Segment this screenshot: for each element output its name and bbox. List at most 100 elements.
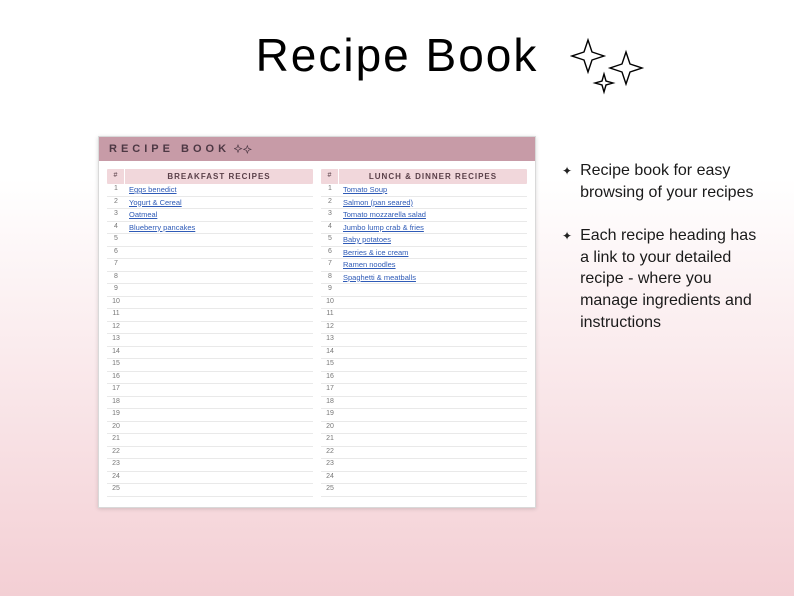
table-row: 8Spaghetti & meatballs xyxy=(321,272,527,285)
recipe-name-cell xyxy=(339,347,527,359)
recipe-name-cell xyxy=(125,297,313,309)
table-row: 15 xyxy=(107,359,313,372)
row-number: 2 xyxy=(321,197,339,209)
table-row: 4 Blueberry pancakes xyxy=(107,222,313,235)
row-number: 12 xyxy=(321,322,339,334)
recipe-name-cell xyxy=(125,447,313,459)
recipe-name-cell: Berries & ice cream xyxy=(339,247,527,259)
column-title: BREAKFAST RECIPES xyxy=(125,169,313,184)
table-row: 5 xyxy=(107,234,313,247)
table-row: 24 xyxy=(107,472,313,485)
recipe-name-cell xyxy=(125,259,313,271)
table-row: 7 xyxy=(107,259,313,272)
recipe-name-cell: Baby potatoes xyxy=(339,234,527,246)
table-row: 6 xyxy=(107,247,313,260)
recipe-link[interactable]: Oatmeal xyxy=(129,210,157,219)
table-row: 11 xyxy=(107,309,313,322)
table-row: 7Ramen noodles xyxy=(321,259,527,272)
table-row: 1 Eggs benedict xyxy=(107,184,313,197)
table-row: 3Oatmeal xyxy=(107,209,313,222)
recipe-link[interactable]: Tomato Soup xyxy=(343,185,387,194)
column-header: #BREAKFAST RECIPES xyxy=(107,169,313,184)
row-number: 24 xyxy=(107,472,125,484)
recipe-name-cell xyxy=(125,472,313,484)
recipe-name-cell: Spaghetti & meatballs xyxy=(339,272,527,284)
table-row: 15 xyxy=(321,359,527,372)
table-row: 19 xyxy=(321,409,527,422)
recipe-name-cell xyxy=(125,334,313,346)
recipe-name-cell xyxy=(339,309,527,321)
recipe-link[interactable]: Yogurt & Cereal xyxy=(129,198,182,207)
recipe-name-cell xyxy=(125,397,313,409)
table-row: 10 xyxy=(107,297,313,310)
row-number: 17 xyxy=(107,384,125,396)
table-row: 21 xyxy=(107,434,313,447)
recipe-name-cell xyxy=(339,397,527,409)
table-row: 18 xyxy=(321,397,527,410)
table-row: 11 xyxy=(321,309,527,322)
recipe-link[interactable]: Jumbo lump crab & fries xyxy=(343,223,424,232)
recipe-name-cell xyxy=(339,472,527,484)
row-number: 14 xyxy=(107,347,125,359)
row-number: 16 xyxy=(321,372,339,384)
table-row: 22 xyxy=(107,447,313,460)
row-number: 6 xyxy=(321,247,339,259)
recipe-link[interactable]: Tomato mozzarella salad xyxy=(343,210,426,219)
recipe-link[interactable]: Blueberry pancakes xyxy=(129,223,195,232)
row-number: 4 xyxy=(107,222,125,234)
row-number: 4 xyxy=(321,222,339,234)
row-number: 11 xyxy=(107,309,125,321)
table-row: 18 xyxy=(107,397,313,410)
row-number: 1 xyxy=(107,184,125,196)
table-row: 20 xyxy=(107,422,313,435)
recipe-name-cell xyxy=(125,272,313,284)
table-row: 6 Berries & ice cream xyxy=(321,247,527,260)
table-row: 1Tomato Soup xyxy=(321,184,527,197)
table-row: 20 xyxy=(321,422,527,435)
table-row: 12 xyxy=(107,322,313,335)
row-number: 17 xyxy=(321,384,339,396)
row-number: 13 xyxy=(107,334,125,346)
column-number-header: # xyxy=(321,169,339,184)
feature-bullets: Recipe book for easy browsing of your re… xyxy=(562,160,762,355)
table-row: 16 xyxy=(107,372,313,385)
row-number: 16 xyxy=(107,372,125,384)
row-number: 11 xyxy=(321,309,339,321)
recipe-link[interactable]: Spaghetti & meatballs xyxy=(343,273,416,282)
table-row: 9 xyxy=(321,284,527,297)
row-number: 19 xyxy=(321,409,339,421)
table-row: 16 xyxy=(321,372,527,385)
row-number: 8 xyxy=(107,272,125,284)
recipe-name-cell xyxy=(339,384,527,396)
recipe-link[interactable]: Eggs benedict xyxy=(129,185,177,194)
recipe-name-cell xyxy=(339,409,527,421)
table-row: 17 xyxy=(107,384,313,397)
page-title: Recipe Book xyxy=(0,28,794,82)
recipe-name-cell: Eggs benedict xyxy=(125,184,313,196)
row-number: 10 xyxy=(321,297,339,309)
table-row: 12 xyxy=(321,322,527,335)
column-number-header: # xyxy=(107,169,125,184)
row-number: 20 xyxy=(321,422,339,434)
recipe-link[interactable]: Baby potatoes xyxy=(343,235,391,244)
row-number: 10 xyxy=(107,297,125,309)
sheet-header-title: RECIPE BOOK xyxy=(109,143,230,155)
row-number: 22 xyxy=(321,447,339,459)
recipe-name-cell: Ramen noodles xyxy=(339,259,527,271)
table-row: 9 xyxy=(107,284,313,297)
table-row: 24 xyxy=(321,472,527,485)
table-row: 25 xyxy=(321,484,527,497)
row-number: 6 xyxy=(107,247,125,259)
recipe-link[interactable]: Salmon (pan seared) xyxy=(343,198,413,207)
recipe-name-cell xyxy=(339,484,527,496)
recipe-link[interactable]: Ramen noodles xyxy=(343,260,396,269)
recipe-name-cell xyxy=(125,284,313,296)
row-number: 2 xyxy=(107,197,125,209)
recipe-name-cell xyxy=(125,459,313,471)
table-row: 21 xyxy=(321,434,527,447)
bullet-text: Each recipe heading has a link to your d… xyxy=(580,225,762,333)
recipe-name-cell xyxy=(339,359,527,371)
recipe-link[interactable]: Berries & ice cream xyxy=(343,248,408,257)
recipe-name-cell xyxy=(125,347,313,359)
recipe-name-cell xyxy=(125,309,313,321)
